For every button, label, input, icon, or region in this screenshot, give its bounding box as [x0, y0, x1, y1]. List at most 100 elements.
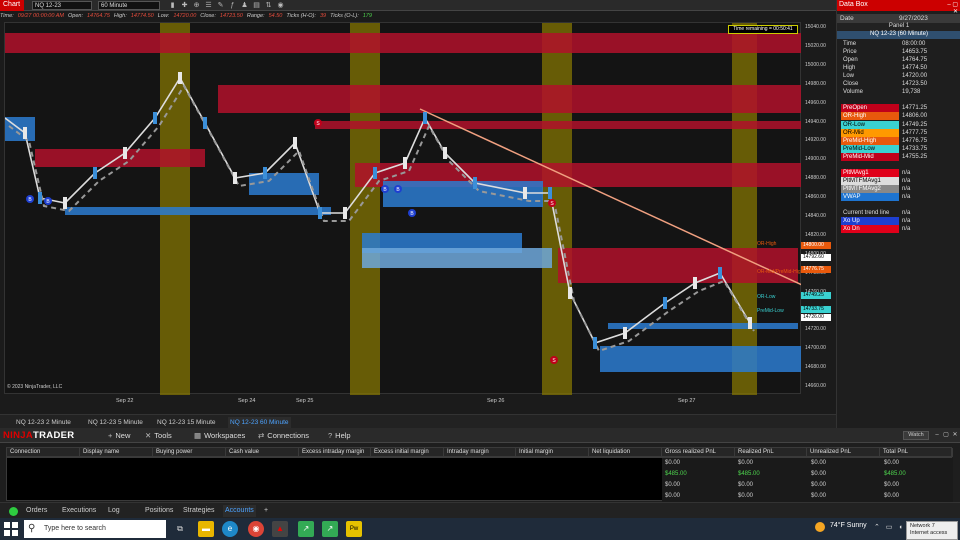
menu-item-workspaces[interactable]: ▦ Workspaces: [194, 430, 245, 441]
column-header[interactable]: Buying power: [153, 448, 226, 457]
menu-item-label: Workspaces: [204, 431, 246, 440]
price-tick-label: 14820.00: [805, 231, 826, 238]
control-center-menu: NINJATRADER Watch ‒ ▢ ✕ + New ✕ Tools ▦ Works…: [0, 428, 960, 443]
candle-bar: [718, 267, 722, 279]
session-highlight-band: [350, 23, 380, 395]
chart-tab-3[interactable]: NQ 12-23 15 Minute: [155, 417, 218, 428]
window-controls-icon[interactable]: ‒ ▢ ✕: [942, 1, 958, 15]
column-header[interactable]: Connection: [7, 448, 80, 457]
candle-bar: [373, 167, 377, 179]
candle-bar: [318, 207, 322, 219]
price-marker-label: 14792.60: [801, 254, 831, 261]
account-row[interactable]: $0.00 $0.00 $0.00 $0.00: [662, 491, 953, 502]
chart-trader-icon[interactable]: ⇅: [264, 1, 273, 10]
chart-tab-4[interactable]: NQ 12-23 60 Minute: [228, 417, 291, 428]
maximize-icon[interactable]: ▢: [942, 431, 950, 439]
tab-strategies[interactable]: Strategies: [181, 505, 217, 517]
price-zone-box: [35, 149, 205, 167]
chart-tab-bar: NQ 12-23 2 Minute NQ 12-23 5 Minute NQ 12-…: [0, 414, 836, 428]
edge-browser-icon[interactable]: e: [222, 521, 238, 537]
task-view-icon[interactable]: ⧉: [172, 521, 188, 537]
add-tab-button[interactable]: +: [262, 505, 270, 517]
pnl-cell-unrealized: $0.00: [811, 460, 827, 466]
pnl-cell-total: $0.00: [884, 482, 900, 488]
column-header[interactable]: Initial margin: [516, 448, 589, 457]
chart-window-tab[interactable]: Chart: [0, 0, 24, 11]
price-chart-plot[interactable]: B B B B B S S S OR-High OR-Mid/PreMid-High OR-Low P…: [4, 22, 805, 395]
account-row[interactable]: $0.00 $0.00 $0.00 $0.00: [662, 480, 953, 491]
tab-orders[interactable]: Orders: [24, 505, 49, 517]
price-axis[interactable]: 15040.00 15020.00 15000.00 14980.00 14960.00…: [801, 22, 836, 394]
column-header[interactable]: Excess initial margin: [371, 448, 444, 457]
menu-item-help[interactable]: ? Help: [328, 430, 351, 441]
chart-tab-2[interactable]: NQ 12-23 5 Minute: [86, 417, 145, 428]
bar-type-icon[interactable]: ▮: [168, 1, 177, 10]
menu-item-tools[interactable]: ✕ Tools: [145, 430, 172, 441]
data-box-date-row: Date 9/27/2023: [837, 14, 960, 23]
column-header[interactable]: Total PnL: [880, 448, 953, 457]
system-tray-icons[interactable]: ⌃ ▭ ◖: [874, 523, 905, 531]
data-box-row-value: 14764.75: [902, 57, 928, 64]
crosshair-icon[interactable]: ✚: [180, 1, 189, 10]
drawing-tools-icon[interactable]: ✎: [216, 1, 225, 10]
column-header[interactable]: Gross realized PnL: [662, 448, 735, 457]
info-value: 14774.50: [130, 13, 154, 19]
data-box-row: Xo Up n/a: [840, 217, 958, 226]
data-box-row-label: Low: [843, 73, 855, 80]
chrome-browser-icon[interactable]: ◉: [248, 521, 264, 537]
data-box-row-value: 19,738: [902, 89, 921, 96]
app-icon-3[interactable]: Pw: [346, 521, 362, 537]
menu-item-new[interactable]: + New: [108, 430, 130, 441]
menu-item-label: Tools: [154, 431, 172, 440]
price-tick-label: 14860.00: [805, 194, 826, 201]
app-icon-2[interactable]: ↗: [322, 521, 338, 537]
candle-bar: [123, 147, 127, 159]
menu-item-connections[interactable]: ⇄ Connections: [258, 430, 309, 441]
column-header[interactable]: Excess intraday margin: [299, 448, 371, 457]
price-tick-label: 14980.00: [805, 80, 826, 87]
indicators-icon[interactable]: ƒ: [228, 1, 237, 10]
info-label: Close:: [200, 13, 216, 19]
candle-bar: [293, 137, 297, 149]
data-box-row-label: Close: [843, 81, 859, 88]
column-header[interactable]: Net liquidation: [589, 448, 662, 457]
chart-tab-1[interactable]: NQ 12-23 2 Minute: [14, 417, 73, 428]
watch-button[interactable]: Watch: [903, 431, 929, 440]
strategies-icon[interactable]: ♟: [240, 1, 249, 10]
tab-accounts[interactable]: Accounts: [223, 505, 256, 517]
tab-positions[interactable]: Positions: [143, 505, 175, 517]
tab-log[interactable]: Log: [106, 505, 122, 517]
weather-text[interactable]: 74°F Sunny: [830, 522, 867, 529]
tab-executions[interactable]: Executions: [60, 505, 98, 517]
account-row[interactable]: $485.00 $485.00 $0.00 $485.00: [662, 469, 953, 480]
taskbar-search-box[interactable]: Type here to search: [24, 520, 166, 538]
data-box-row: [840, 161, 958, 169]
accounts-grid-body[interactable]: $0.00 $0.00 $0.00 $0.00 $485.00 $485.00 $0.00 $…: [6, 457, 953, 502]
candle-bar: [473, 177, 477, 189]
column-header[interactable]: Intraday margin: [444, 448, 516, 457]
account-row[interactable]: $0.00 $0.00 $0.00 $0.00: [662, 458, 953, 469]
templates-icon[interactable]: ▤: [252, 1, 261, 10]
instrument-selector[interactable]: NQ 12-23: [32, 1, 92, 10]
interval-selector[interactable]: 60 Minute: [98, 1, 160, 10]
price-marker-label: 14726.00: [801, 314, 831, 321]
candle-bar: [568, 287, 572, 299]
file-explorer-icon[interactable]: ▬: [198, 521, 214, 537]
minimize-icon[interactable]: ‒: [933, 431, 941, 439]
price-zone-box: [249, 173, 319, 195]
column-header[interactable]: Unrealized PnL: [807, 448, 880, 457]
app-icon-1[interactable]: ↗: [298, 521, 314, 537]
snapshot-icon[interactable]: ◉: [276, 1, 285, 10]
time-axis[interactable]: Sep 22 Sep 24 Sep 25 Sep 26 Sep 27: [4, 394, 801, 408]
data-box-row-label: [841, 96, 899, 104]
windows-start-icon[interactable]: [4, 522, 18, 536]
close-icon[interactable]: ✕: [951, 431, 959, 439]
column-header[interactable]: Realized PnL: [735, 448, 807, 457]
zoom-icon[interactable]: ⊕: [192, 1, 201, 10]
column-header[interactable]: Cash value: [226, 448, 299, 457]
properties-icon[interactable]: ☰: [204, 1, 213, 10]
data-box-row-label: Xo Dn: [841, 225, 899, 234]
candle-bar: [343, 207, 347, 219]
column-header[interactable]: Display name: [80, 448, 153, 457]
ninjatrader-app-icon[interactable]: ▲: [272, 521, 288, 537]
